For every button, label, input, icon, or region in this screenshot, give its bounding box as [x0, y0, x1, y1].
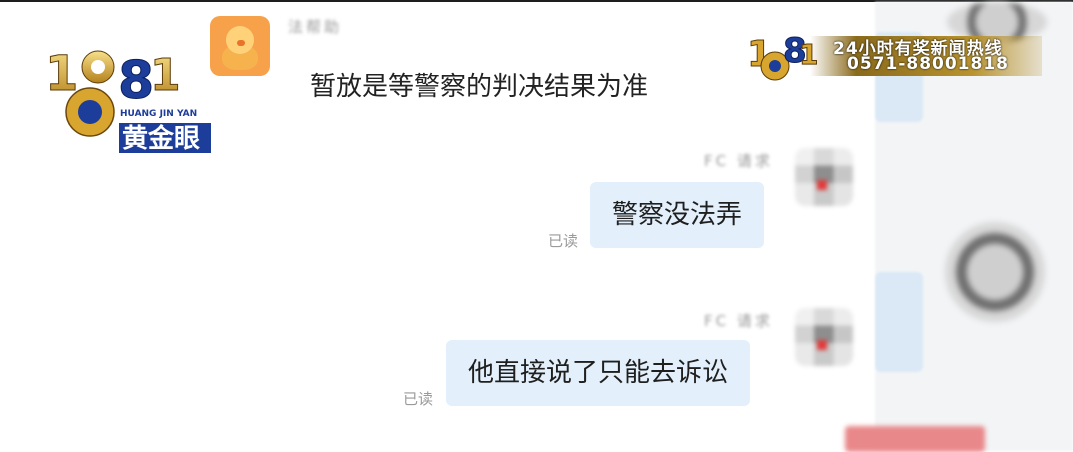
- read-status: 已读: [403, 390, 434, 408]
- 1818-small-logo: 1 8 1: [747, 31, 817, 81]
- sender-name: FC 请求: [704, 152, 773, 170]
- read-status: 已读: [548, 232, 579, 250]
- user-avatar[interactable]: [795, 148, 853, 206]
- logo-name: 黄金眼: [122, 123, 200, 154]
- svg-text:1: 1: [150, 50, 181, 101]
- svg-text:8: 8: [118, 51, 154, 111]
- svg-text:1: 1: [45, 46, 78, 102]
- hotline-number: 0571-88001818: [847, 54, 1009, 74]
- 1818-huangjinyan-logo: 1 8 1 HUANG JIN YAN 黄金眼: [45, 46, 226, 155]
- message-bubble: 警察没法弄: [590, 182, 765, 248]
- svg-text:1: 1: [799, 38, 817, 71]
- user-avatar[interactable]: [795, 308, 853, 366]
- message-text: 暂放是等警察的判决结果为准: [310, 72, 649, 102]
- sender-name: 法帮助: [288, 18, 343, 36]
- message-bubble: 他直接说了只能去诉讼: [446, 340, 751, 406]
- sender-name: FC 请求: [704, 312, 773, 330]
- logo-pinyin: HUANG JIN YAN: [120, 109, 197, 119]
